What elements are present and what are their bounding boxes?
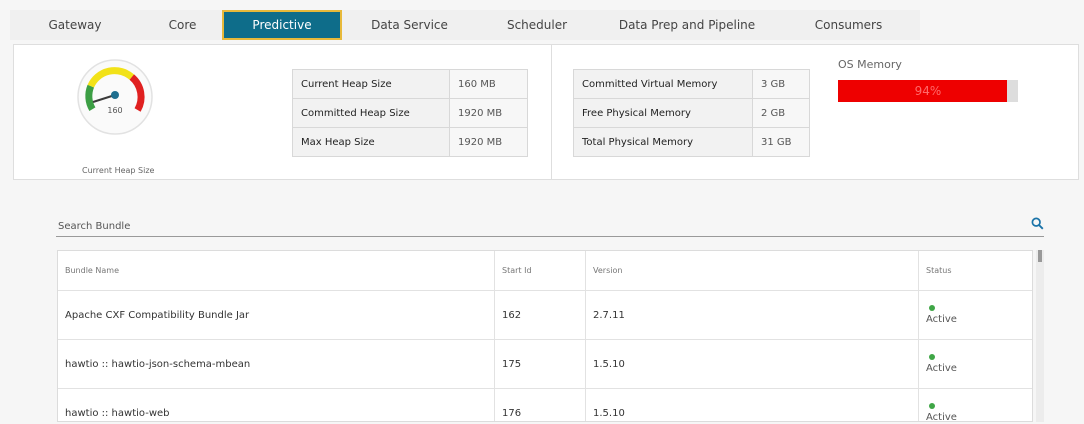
heap-key: Current Heap Size (292, 69, 450, 99)
bundle-status: Active (918, 388, 1032, 422)
table-row[interactable]: hawtio :: hawtio-web 176 1.5.10 Active (58, 388, 1032, 422)
search-bar (56, 214, 1044, 238)
table-row: Committed Heap Size 1920 MB (292, 98, 528, 128)
bundle-status: Active (918, 339, 1032, 389)
bundle-name: hawtio :: hawtio-web (58, 388, 495, 421)
tab-scheduler[interactable]: Scheduler (477, 10, 597, 40)
table-row: Current Heap Size 160 MB (292, 69, 528, 99)
heap-value: 1920 MB (449, 98, 528, 128)
search-icon[interactable] (1031, 215, 1044, 234)
column-header-bundle-name[interactable]: Bundle Name (58, 251, 495, 291)
memory-key: Total Physical Memory (573, 127, 753, 157)
status-text: Active (926, 363, 957, 374)
bundle-status: Active (918, 290, 1032, 340)
bundle-start-id: 176 (494, 388, 586, 421)
bundle-version: 1.5.10 (585, 339, 919, 389)
heap-gauge: 160 (76, 58, 154, 136)
tab-predictive[interactable]: Predictive (222, 10, 342, 40)
bundle-version: 2.7.11 (585, 290, 919, 340)
bundle-start-id: 162 (494, 290, 586, 340)
table-row: Committed Virtual Memory 3 GB (573, 69, 810, 99)
column-header-status[interactable]: Status (918, 251, 1032, 291)
status-text: Active (926, 412, 957, 422)
tab-bar: Gateway Core Predictive Data Service Sch… (10, 10, 920, 40)
column-header-version[interactable]: Version (585, 251, 919, 291)
tab-consumers[interactable]: Consumers (777, 10, 920, 40)
heap-key: Committed Heap Size (292, 98, 450, 128)
tab-data-service[interactable]: Data Service (342, 10, 477, 40)
column-header-start-id[interactable]: Start Id (494, 251, 586, 291)
os-memory-bar: 94% (838, 80, 1018, 102)
memory-table: Committed Virtual Memory 3 GB Free Physi… (573, 69, 810, 157)
table-row[interactable]: hawtio :: hawtio-json-schema-mbean 175 1… (58, 339, 1032, 389)
os-memory-label: OS Memory (838, 58, 902, 71)
table-row[interactable]: Apache CXF Compatibility Bundle Jar 162 … (58, 290, 1032, 340)
memory-value: 31 GB (752, 127, 810, 157)
gauge-value: 160 (107, 106, 122, 115)
memory-key: Free Physical Memory (573, 98, 753, 128)
memory-value: 3 GB (752, 69, 810, 99)
scrollbar-thumb[interactable] (1038, 250, 1042, 262)
bundle-name: hawtio :: hawtio-json-schema-mbean (58, 339, 495, 389)
table-scrollbar[interactable] (1036, 250, 1044, 422)
status-dot-icon (929, 305, 935, 311)
tab-data-prep-and-pipeline[interactable]: Data Prep and Pipeline (597, 10, 777, 40)
status-text: Active (926, 314, 957, 325)
table-header-row: Bundle Name Start Id Version Status (58, 251, 1032, 291)
bundle-start-id: 175 (494, 339, 586, 389)
heap-value: 1920 MB (449, 127, 528, 157)
search-input[interactable] (56, 215, 998, 238)
heap-key: Max Heap Size (292, 127, 450, 157)
status-dot-icon (929, 403, 935, 409)
table-row: Free Physical Memory 2 GB (573, 98, 810, 128)
bundle-version: 1.5.10 (585, 388, 919, 421)
tab-core[interactable]: Core (140, 10, 225, 40)
os-memory-percent: 94% (914, 84, 942, 98)
table-row: Max Heap Size 1920 MB (292, 127, 528, 157)
heap-table: Current Heap Size 160 MB Committed Heap … (292, 69, 528, 157)
bundle-table: Bundle Name Start Id Version Status Apac… (57, 250, 1033, 422)
table-row: Total Physical Memory 31 GB (573, 127, 810, 157)
heap-value: 160 MB (449, 69, 528, 99)
memory-key: Committed Virtual Memory (573, 69, 753, 99)
bundle-name: Apache CXF Compatibility Bundle Jar (58, 290, 495, 340)
tab-gateway[interactable]: Gateway (10, 10, 140, 40)
gauge-caption: Current Heap Size (82, 166, 155, 175)
memory-value: 2 GB (752, 98, 810, 128)
status-dot-icon (929, 354, 935, 360)
